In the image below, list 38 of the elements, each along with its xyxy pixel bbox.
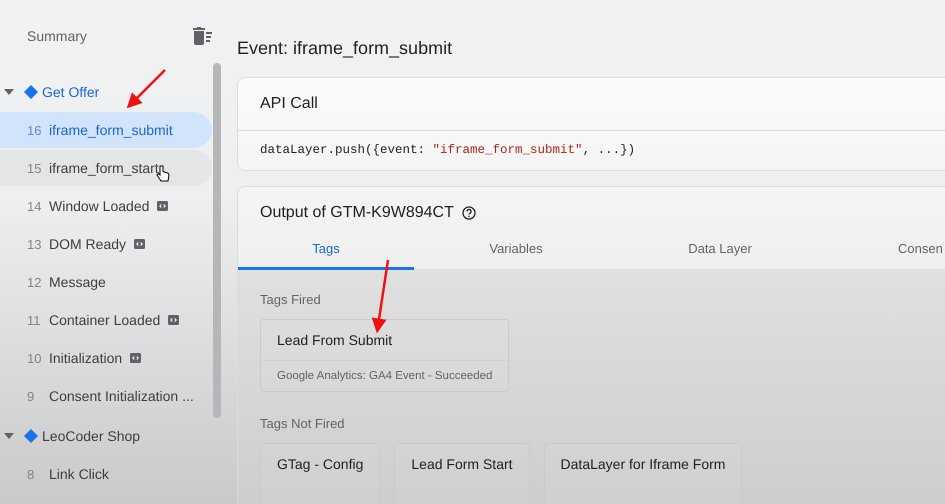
group-name[interactable]: Get Offer (42, 84, 100, 100)
section-heading: Tags Not Fired (260, 416, 346, 431)
card-title: Output of GTM-K9W894CT (260, 204, 454, 222)
help-icon[interactable] (462, 206, 476, 220)
event-item[interactable]: 12 Message (0, 264, 212, 300)
event-item[interactable]: 8 Link Click (0, 456, 212, 492)
tag-card[interactable]: Lead Form Start (394, 443, 530, 504)
event-title: Event: iframe_form_submit (237, 38, 454, 59)
event-item[interactable]: 14 Window Loaded (0, 188, 212, 224)
group-name[interactable]: LeoCoder Shop (42, 428, 140, 444)
tag-name: Lead Form Start (410, 455, 514, 474)
card-title: API Call (259, 94, 319, 114)
event-item[interactable]: 13 DOM Ready (0, 226, 212, 262)
tab[interactable]: Variables (414, 241, 618, 270)
event-item[interactable]: 15 iframe_form_start (0, 150, 212, 186)
event-item[interactable]: 9 Consent Initialization ... (0, 378, 212, 414)
annotation-arrow (126, 69, 166, 108)
code-line: dataLayer.push({event: "iframe_form_submit", ...}) (238, 130, 945, 170)
expand-caret-icon[interactable] (4, 432, 14, 438)
expand-caret-icon[interactable] (4, 88, 14, 94)
tag-name: DataLayer for Iframe Form (560, 455, 726, 474)
delete-icon[interactable] (192, 27, 212, 45)
event-item[interactable]: 16 iframe_form_submit (0, 112, 212, 148)
tag-card[interactable]: Lead From Submit Google Analytics: GA4 Event - Succeeded (260, 319, 510, 392)
section-heading: Tags Fired (260, 292, 322, 307)
diamond-icon (24, 428, 38, 442)
tag-card[interactable]: DataLayer for Iframe Form (544, 443, 742, 504)
tag-card[interactable]: GTag - Config (260, 443, 380, 504)
scrollbar[interactable] (213, 63, 221, 418)
tag-name: GTag - Config (276, 455, 364, 474)
tab[interactable]: Data Layer (618, 241, 822, 270)
tag-name: Lead From Submit (276, 331, 394, 350)
tag-status: Google Analytics: GA4 Event - Succeeded (261, 360, 508, 391)
event-item[interactable]: 10 Initialization (0, 340, 212, 376)
diamond-icon (24, 84, 38, 98)
tab[interactable]: Consen (822, 241, 943, 270)
event-item[interactable]: 11 Container Loaded (0, 302, 212, 338)
summary-link[interactable]: Summary (27, 28, 87, 44)
